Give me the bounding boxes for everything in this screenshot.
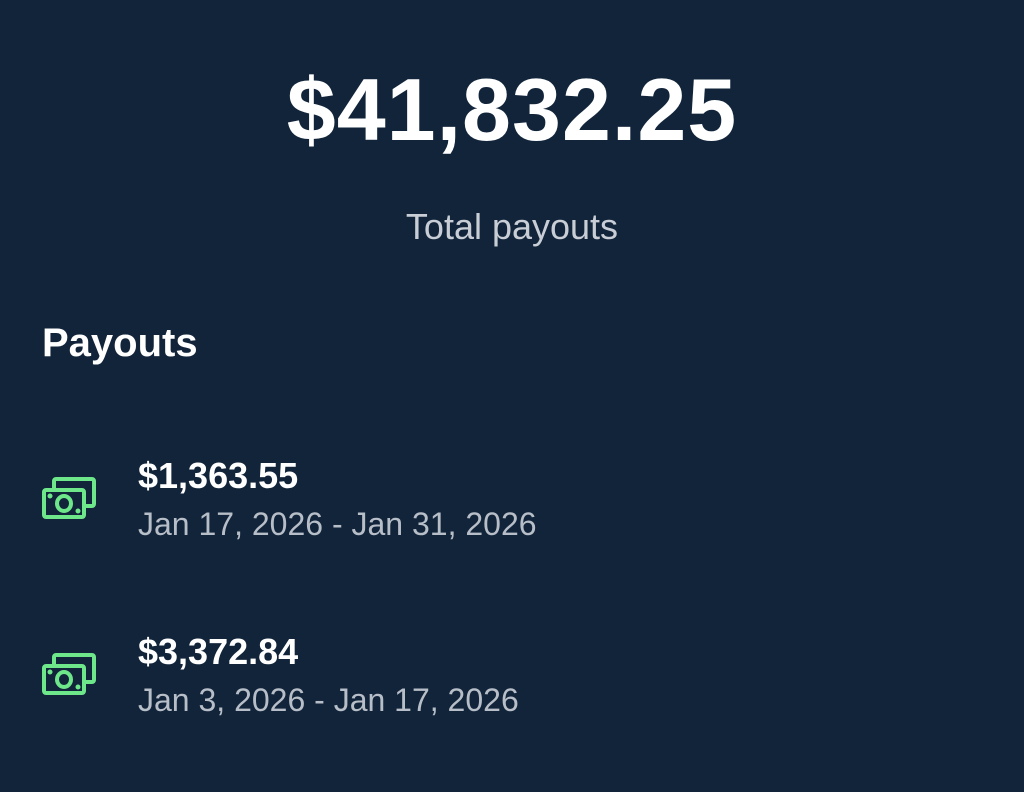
total-payout-amount: $41,832.25 xyxy=(286,60,738,159)
payout-amount: $3,372.84 xyxy=(138,631,299,672)
payouts-section-title: Payouts xyxy=(42,321,198,365)
total-payout-label: Total payouts xyxy=(405,206,619,247)
payout-date-range: Jan 17, 2026 - Jan 31, 2026 xyxy=(138,506,537,542)
money-icon xyxy=(40,476,98,522)
payout-list: $1,363.55 Jan 17, 2026 - Jan 31, 2026 $3… xyxy=(0,440,1024,792)
payout-list-item[interactable]: $1,363.55 Jan 17, 2026 - Jan 31, 2026 xyxy=(0,440,1024,616)
money-icon xyxy=(40,652,98,698)
payout-amount: $1,363.55 xyxy=(138,455,299,496)
payout-summary: $41,832.25 Total payouts xyxy=(0,0,1024,300)
payout-list-item[interactable]: $3,372.84 Jan 3, 2026 - Jan 17, 2026 xyxy=(0,616,1024,792)
payout-date-range: Jan 3, 2026 - Jan 17, 2026 xyxy=(138,682,519,718)
